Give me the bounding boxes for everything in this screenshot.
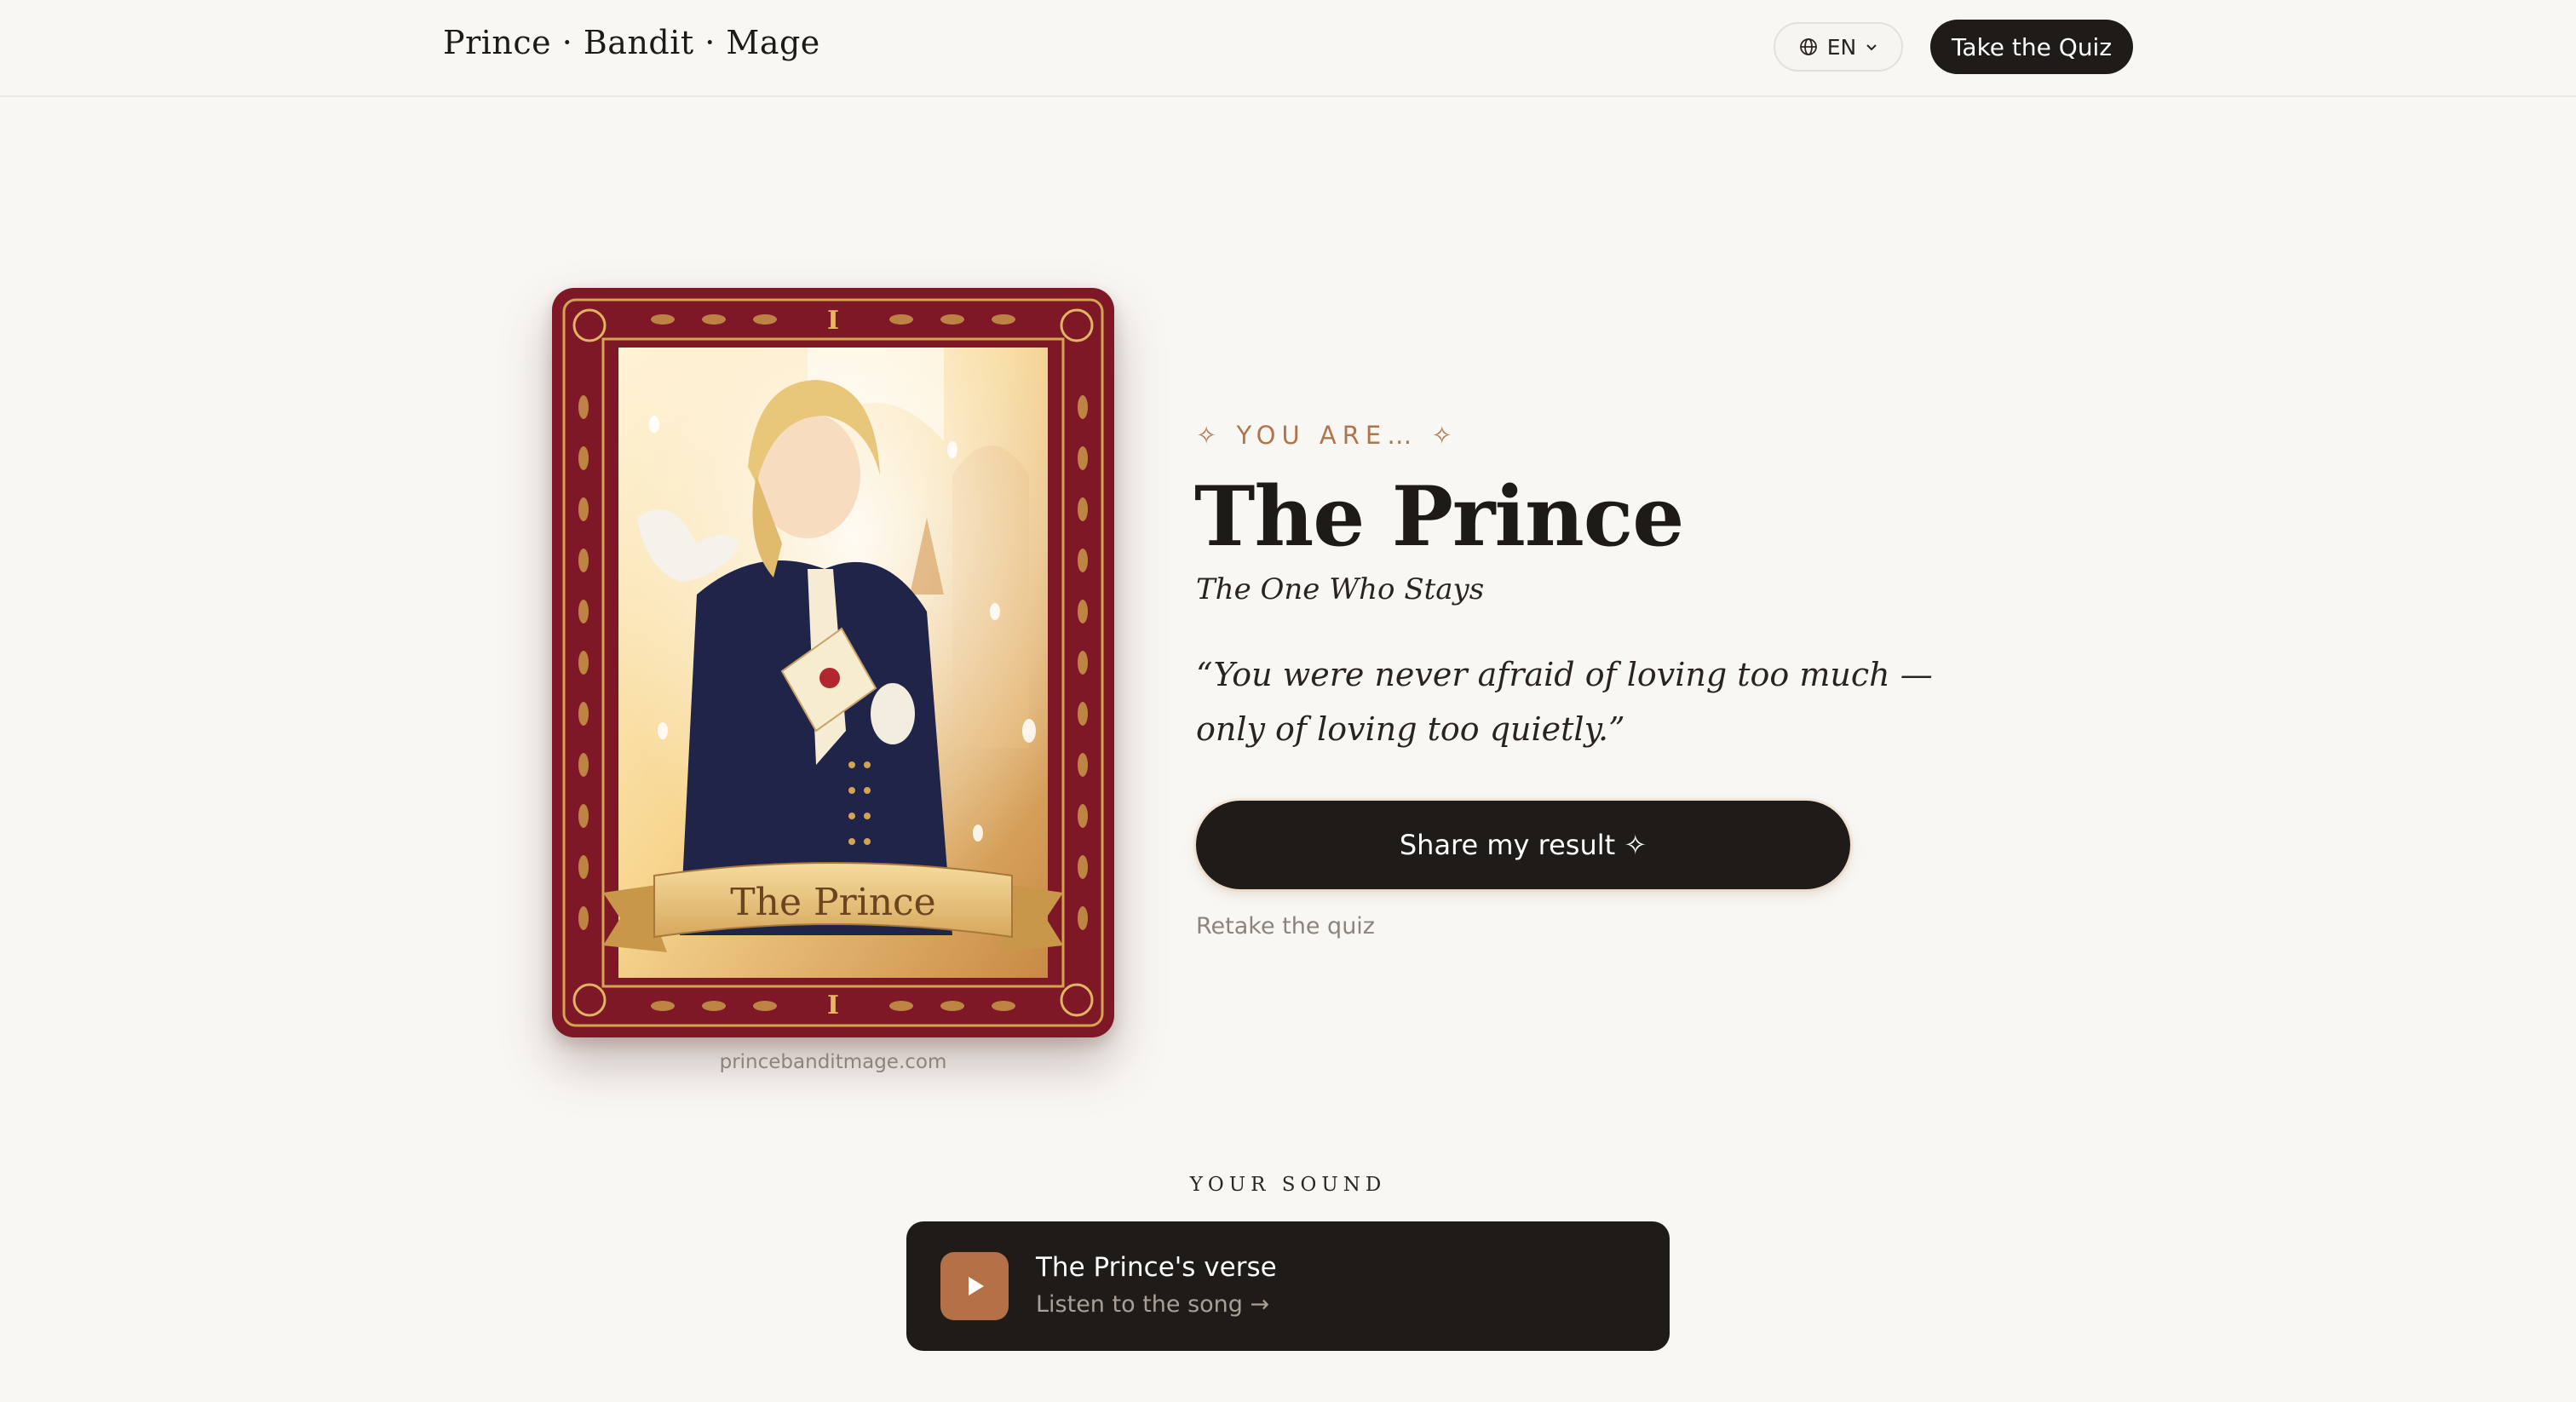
song-player[interactable]: The Prince's verse Listen to the song → [906, 1221, 1670, 1351]
listen-link[interactable]: Listen to the song → [1036, 1291, 1269, 1318]
play-button[interactable] [940, 1252, 1009, 1320]
song-title: The Prince's verse [1036, 1252, 1277, 1283]
chevron-down-icon [1866, 44, 1877, 51]
card-numeral-bottom: I [827, 991, 839, 1020]
card-banner-text: The Prince [730, 881, 935, 924]
result-subtitle: The One Who Stays [1196, 572, 1485, 606]
retake-quiz-link[interactable]: Retake the quiz [1196, 913, 1375, 939]
play-icon [969, 1277, 984, 1296]
share-result-button[interactable]: Share my result ✧ [1196, 801, 1850, 889]
card-illustration: I I The Prince [552, 288, 1114, 1037]
site-header: Prince · Bandit · Mage EN Take the Quiz [0, 0, 2576, 97]
sound-section-label: YOUR SOUND [1189, 1174, 1387, 1196]
language-selector[interactable]: EN [1774, 22, 1903, 72]
result-title: The Prince [1194, 468, 1684, 565]
result-quote: “You were never afraid of loving too muc… [1196, 656, 1933, 748]
card-domain-caption: princebanditmage.com [719, 1051, 947, 1073]
result-eyebrow: ✧ YOU ARE… ✧ [1196, 421, 1458, 450]
globe-icon [1799, 38, 1817, 55]
brand-logo[interactable]: Prince · Bandit · Mage [443, 24, 820, 61]
result-card: I I The Prince [552, 288, 1114, 1037]
language-label: EN [1826, 34, 1857, 60]
card-numeral-top: I [827, 306, 839, 336]
take-quiz-button[interactable]: Take the Quiz [1930, 20, 2133, 74]
